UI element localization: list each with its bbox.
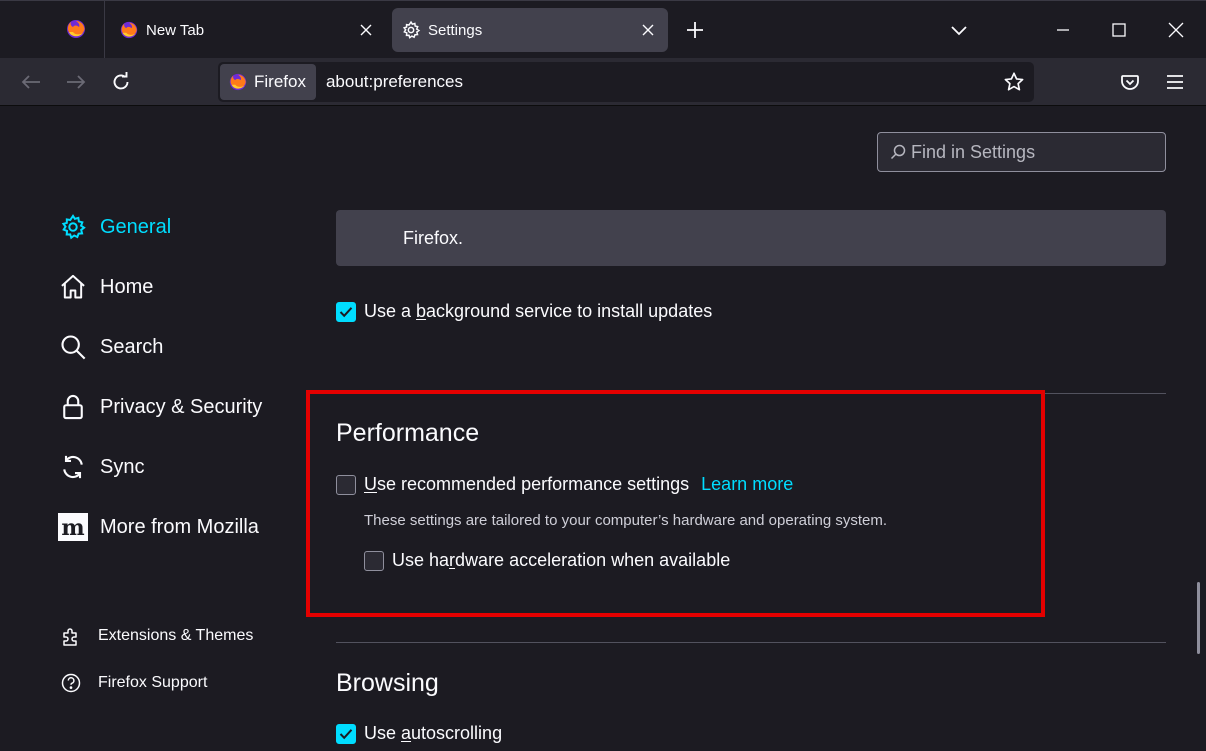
sidebar-item-firefox-support[interactable]: Firefox Support [60,668,207,698]
puzzle-icon [60,625,82,647]
tab-title: Settings [428,21,483,39]
minimize-button[interactable] [1044,11,1082,49]
autoscrolling-checkbox-row[interactable]: Use autoscrolling [336,723,502,744]
mozilla-m-icon: m [58,512,88,542]
section-divider [336,642,1166,643]
pocket-button[interactable] [1112,64,1148,100]
app-menu-button[interactable] [1157,64,1193,100]
sidebar-item-label: Firefox Support [98,674,208,691]
forward-button[interactable] [58,64,94,100]
help-icon [60,672,82,694]
lock-icon [58,392,88,422]
background-update-checkbox-row[interactable]: Use a background service to install upda… [336,301,712,322]
maximize-icon [1112,23,1126,37]
sidebar-item-general[interactable]: General [58,207,171,247]
identity-label: Firefox [254,72,306,91]
update-status-text: Firefox. [403,228,464,248]
bookmark-star-button[interactable] [1002,70,1026,94]
sidebar-item-privacy-security[interactable]: Privacy & Security [58,387,262,427]
firefox-icon [119,20,139,40]
sidebar-item-sync[interactable]: Sync [58,447,144,487]
find-in-settings-input[interactable]: Find in Settings [877,132,1166,172]
highlight-box [306,390,1045,617]
firefox-icon [67,20,85,38]
search-icon [889,143,907,161]
back-button[interactable] [13,64,49,100]
preferences-page: Find in Settings General Home Search Pri… [0,107,1206,751]
checkbox[interactable] [336,301,356,322]
checkbox-label: Use a background service to install upda… [364,301,713,321]
sidebar-item-extensions-themes[interactable]: Extensions & Themes [60,621,253,651]
plus-icon [687,22,703,38]
tab-separator [104,1,105,59]
forward-arrow-icon [67,75,86,89]
sidebar-item-label: More from Mozilla [100,515,259,538]
close-icon[interactable] [638,20,658,40]
search-placeholder: Find in Settings [911,141,1036,162]
new-tab-button[interactable] [680,15,710,45]
browsing-heading: Browsing [336,669,439,697]
list-all-tabs-button[interactable] [940,11,978,49]
search-icon [58,332,88,362]
reload-button[interactable] [103,64,139,100]
navigation-toolbar: Firefox about:preferences [0,58,1206,106]
hamburger-menu-icon [1167,75,1183,89]
identity-box[interactable]: Firefox [220,64,316,100]
sidebar-item-home[interactable]: Home [58,267,153,307]
pocket-icon [1121,75,1139,90]
sidebar-item-more-from-mozilla[interactable]: m More from Mozilla [58,507,259,547]
tab-new-tab[interactable]: New Tab [110,8,386,52]
close-icon [1168,22,1184,38]
gear-icon [401,20,421,40]
sidebar-item-label: Home [100,275,154,298]
window-close-button[interactable] [1157,11,1195,49]
firefox-icon [229,73,247,91]
close-icon[interactable] [356,20,376,40]
sidebar-item-label: Privacy & Security [100,395,263,418]
scrollbar-thumb[interactable] [1197,582,1200,654]
tab-settings[interactable]: Settings [392,8,668,52]
svg-text:m: m [61,515,84,541]
checkmark-icon [339,728,353,739]
sidebar-item-label: Sync [100,455,145,478]
tab-strip: New Tab Settings [0,0,1206,59]
checkmark-icon [339,306,353,317]
checkbox-label: Use autoscrolling [364,723,503,743]
checkbox[interactable] [336,723,356,744]
update-status-box: Firefox. [336,210,1166,266]
star-icon [1004,72,1024,91]
sidebar-item-search[interactable]: Search [58,327,163,367]
firefox-view-button[interactable] [52,7,100,51]
chevron-down-icon [951,26,967,36]
maximize-button[interactable] [1100,11,1138,49]
gear-icon [58,212,88,242]
home-icon [58,272,88,302]
sidebar-item-label: General [100,215,172,238]
reload-icon [113,72,129,90]
tab-title: New Tab [146,21,205,39]
url-bar[interactable]: Firefox about:preferences [218,62,1034,102]
back-arrow-icon [21,75,40,89]
minimize-icon [1057,29,1069,31]
sync-icon [58,452,88,482]
sidebar-item-label: Extensions & Themes [98,627,254,644]
url-input[interactable]: about:preferences [326,72,463,92]
sidebar-item-label: Search [100,335,164,358]
